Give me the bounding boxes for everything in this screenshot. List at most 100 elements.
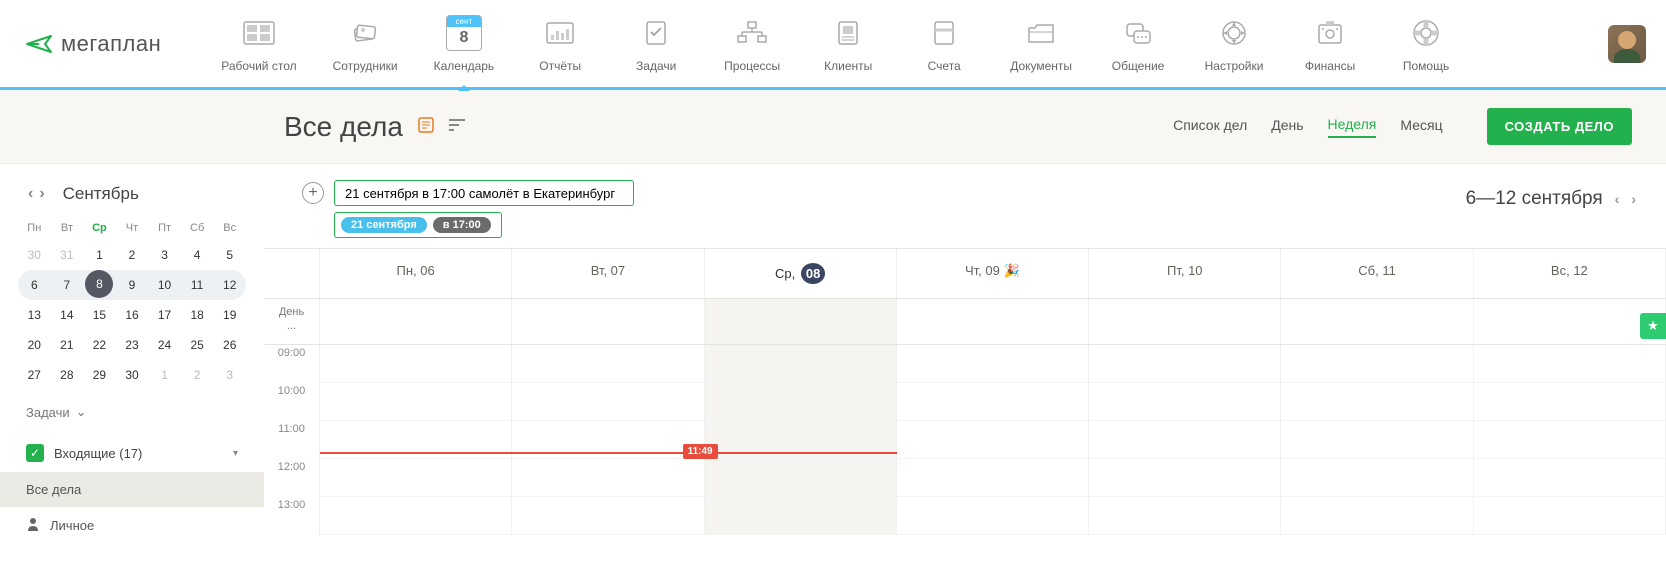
calendar-day[interactable]: 15 (83, 300, 116, 330)
time-cell[interactable] (512, 383, 704, 421)
checkbox-checked-icon[interactable]: ✓ (26, 444, 44, 462)
nav-Финансы[interactable]: Финансы (1300, 15, 1360, 73)
week-day-header[interactable]: Пт, 10 (1089, 249, 1281, 298)
calendar-day[interactable]: 2 (181, 360, 214, 390)
all-day-cell[interactable] (705, 299, 897, 344)
time-cell[interactable] (705, 459, 897, 497)
view-week[interactable]: Неделя (1328, 116, 1377, 138)
calendar-day[interactable]: 31 (51, 240, 84, 270)
week-day-header[interactable]: Вс, 12 (1474, 249, 1666, 298)
quick-add-input[interactable] (334, 180, 634, 206)
calendar-day[interactable]: 12 (213, 270, 246, 300)
time-cell[interactable] (1089, 497, 1281, 535)
calendar-day[interactable]: 30 (18, 240, 51, 270)
calendar-day[interactable]: 5 (213, 240, 246, 270)
nav-Счета[interactable]: Счета (914, 15, 974, 73)
nav-Сотрудники[interactable]: Сотрудники (333, 15, 398, 73)
parsed-date-tag[interactable]: 21 сентября (341, 217, 427, 233)
create-button[interactable]: СОЗДАТЬ ДЕЛО (1487, 108, 1632, 145)
week-day-header[interactable]: Сб, 11 (1281, 249, 1473, 298)
time-cell[interactable] (1474, 345, 1666, 383)
month-prev-icon[interactable]: ‹ (28, 185, 33, 203)
time-cell[interactable] (1281, 421, 1473, 459)
calendar-day[interactable]: 27 (18, 360, 51, 390)
notes-icon[interactable] (417, 116, 435, 137)
time-cell[interactable] (1089, 421, 1281, 459)
nav-Процессы[interactable]: Процессы (722, 15, 782, 73)
calendar-day[interactable]: 29 (83, 360, 116, 390)
calendar-day[interactable]: 10 (148, 270, 181, 300)
range-prev-icon[interactable]: ‹ (1615, 191, 1620, 207)
nav-Отчёты[interactable]: Отчёты (530, 15, 590, 73)
nav-Документы[interactable]: Документы (1010, 15, 1072, 73)
calendar-day[interactable]: 11 (181, 270, 214, 300)
all-day-cell[interactable] (1281, 299, 1473, 344)
all-day-cell[interactable] (897, 299, 1089, 344)
calendar-day[interactable]: 14 (51, 300, 84, 330)
time-cell[interactable] (1474, 383, 1666, 421)
nav-Календарь[interactable]: сент8Календарь (434, 15, 495, 73)
calendar-day[interactable]: 18 (181, 300, 214, 330)
calendar-day[interactable]: 2 (116, 240, 149, 270)
time-cell[interactable] (705, 497, 897, 535)
time-cell[interactable] (1281, 345, 1473, 383)
time-cell[interactable] (320, 345, 512, 383)
time-cell[interactable] (512, 345, 704, 383)
all-day-cell[interactable] (1474, 299, 1666, 344)
calendar-day[interactable]: 3 (148, 240, 181, 270)
calendar-day[interactable]: 8 (85, 270, 113, 298)
all-day-cell[interactable] (1089, 299, 1281, 344)
time-cell[interactable] (1089, 383, 1281, 421)
time-cell[interactable] (897, 421, 1089, 459)
calendar-day[interactable]: 4 (181, 240, 214, 270)
calendar-day[interactable]: 22 (83, 330, 116, 360)
calendar-day[interactable]: 9 (116, 270, 149, 300)
time-cell[interactable] (320, 383, 512, 421)
week-day-header[interactable]: Ср, 08 (705, 249, 897, 298)
favorites-tab-icon[interactable]: ★ (1640, 313, 1666, 339)
time-cell[interactable] (897, 383, 1089, 421)
time-cell[interactable] (897, 345, 1089, 383)
view-day[interactable]: День (1271, 117, 1303, 137)
time-cell[interactable] (512, 497, 704, 535)
time-cell[interactable] (1281, 497, 1473, 535)
time-cell[interactable] (1089, 345, 1281, 383)
all-day-cell[interactable] (512, 299, 704, 344)
time-cell[interactable] (1281, 383, 1473, 421)
week-day-header[interactable]: Вт, 07 (512, 249, 704, 298)
calendar-day[interactable]: 17 (148, 300, 181, 330)
range-next-icon[interactable]: › (1631, 191, 1636, 207)
time-cell[interactable] (512, 459, 704, 497)
nav-Настройки[interactable]: Настройки (1204, 15, 1264, 73)
time-cell[interactable] (1474, 497, 1666, 535)
time-cell[interactable] (705, 383, 897, 421)
caret-down-icon[interactable]: ▾ (233, 448, 238, 459)
user-avatar[interactable] (1608, 25, 1646, 63)
calendar-day[interactable]: 6 (18, 270, 51, 300)
nav-Клиенты[interactable]: Клиенты (818, 15, 878, 73)
nav-Помощь[interactable]: Помощь (1396, 15, 1456, 73)
add-icon[interactable]: + (302, 182, 324, 204)
parsed-time-tag[interactable]: в 17:00 (433, 217, 491, 233)
nav-Общение[interactable]: Общение (1108, 15, 1168, 73)
calendar-day[interactable]: 16 (116, 300, 149, 330)
time-cell[interactable] (320, 497, 512, 535)
time-cell[interactable] (897, 459, 1089, 497)
month-next-icon[interactable]: › (39, 185, 44, 203)
calendar-day[interactable]: 25 (181, 330, 214, 360)
calendar-day[interactable]: 23 (116, 330, 149, 360)
tasks-toggle[interactable]: Задачи ⌄ (0, 390, 264, 434)
sort-icon[interactable] (449, 118, 467, 135)
logo[interactable]: мегаплан (25, 31, 191, 57)
time-cell[interactable] (897, 497, 1089, 535)
time-cell[interactable] (1281, 459, 1473, 497)
nav-Задачи[interactable]: Задачи (626, 15, 686, 73)
time-cell[interactable] (1089, 459, 1281, 497)
calendar-day[interactable]: 26 (213, 330, 246, 360)
inbox-item[interactable]: ✓ Входящие (17) ▾ (0, 434, 264, 472)
calendar-day[interactable]: 3 (213, 360, 246, 390)
calendar-day[interactable]: 19 (213, 300, 246, 330)
nav-Рабочий стол[interactable]: Рабочий стол (221, 15, 296, 73)
week-day-header[interactable]: Пн, 06 (320, 249, 512, 298)
view-list[interactable]: Список дел (1173, 117, 1247, 137)
